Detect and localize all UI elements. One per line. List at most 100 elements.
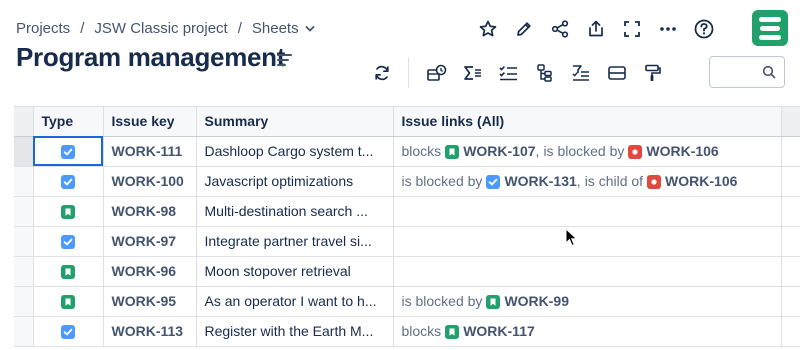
row-gutter[interactable] xyxy=(14,196,34,227)
header-row: Type Issue key Summary Issue links (All) xyxy=(14,107,800,137)
summary-cell[interactable]: Register with the Earth M... xyxy=(196,316,394,347)
breadcrumb-separator: / xyxy=(237,20,242,37)
bug-type-icon xyxy=(647,175,662,190)
title-menu-icon[interactable] xyxy=(276,52,294,68)
row-height-icon[interactable] xyxy=(599,59,635,87)
task-type-icon xyxy=(61,145,75,160)
paint-roller-icon[interactable] xyxy=(635,59,671,87)
linked-issue-key[interactable]: WORK-99 xyxy=(504,293,569,309)
chevron-down-icon[interactable] xyxy=(305,24,315,34)
extra-cell xyxy=(781,136,800,167)
linked-issue-key[interactable]: WORK-106 xyxy=(646,143,718,159)
issues-grid: Type Issue key Summary Issue links (All)… xyxy=(14,106,800,350)
bug-type-icon xyxy=(628,145,643,160)
task-type-icon xyxy=(61,175,75,190)
breadcrumb-project[interactable]: JSW Classic project xyxy=(94,20,227,37)
type-cell[interactable] xyxy=(33,136,104,167)
row-gutter[interactable] xyxy=(14,166,34,197)
story-type-icon xyxy=(445,145,460,160)
issue-key-cell[interactable]: WORK-96 xyxy=(103,256,197,287)
issue-links-cell[interactable]: is blocked by WORK-99 xyxy=(393,286,782,317)
pencil-icon[interactable] xyxy=(506,14,542,44)
issue-links-cell[interactable] xyxy=(393,226,782,257)
issue-links-cell[interactable]: blocks WORK-117 xyxy=(393,316,782,347)
issues-table: Type Issue key Summary Issue links (All)… xyxy=(14,107,800,347)
filter-list-icon[interactable] xyxy=(563,59,599,87)
summary-cell[interactable]: Moon stopover retrieval xyxy=(196,256,394,287)
summary-cell[interactable]: As an operator I want to h... xyxy=(196,286,394,317)
help-icon[interactable] xyxy=(686,14,722,44)
type-cell[interactable] xyxy=(33,226,104,257)
issue-key-cell[interactable]: WORK-98 xyxy=(103,196,197,227)
link-relation: is blocked by xyxy=(543,142,625,159)
issue-links-cell[interactable]: is blocked by WORK-131, is child of WORK-10… xyxy=(393,166,782,197)
checklist-icon[interactable] xyxy=(491,59,527,87)
row-gutter[interactable] xyxy=(14,226,34,257)
type-cell[interactable] xyxy=(33,286,104,317)
linked-issue-key[interactable]: WORK-107 xyxy=(463,143,535,159)
link-relation: is blocked by xyxy=(401,292,483,309)
sum-icon[interactable] xyxy=(455,59,491,87)
page-title: Program management xyxy=(16,42,286,72)
row-gutter[interactable] xyxy=(14,136,34,167)
type-cell[interactable] xyxy=(33,196,104,227)
table-row[interactable]: WORK-111 Dashloop Cargo system t... blocks… xyxy=(14,136,800,167)
issue-links-cell[interactable]: blocks WORK-107, is blocked by WORK-106 xyxy=(393,136,782,167)
column-header-type[interactable]: Type xyxy=(33,107,104,137)
linked-issue-key[interactable]: WORK-106 xyxy=(665,173,737,189)
row-gutter[interactable] xyxy=(14,316,34,347)
type-cell[interactable] xyxy=(33,166,104,197)
star-icon[interactable] xyxy=(470,14,506,44)
breadcrumb: Projects / JSW Classic project / Sheets xyxy=(16,20,315,37)
table-row[interactable]: WORK-96 Moon stopover retrieval xyxy=(14,256,800,287)
row-gutter[interactable] xyxy=(14,256,34,287)
issue-links-cell[interactable] xyxy=(393,256,782,287)
link-relation: is child of xyxy=(584,172,644,189)
type-cell[interactable] xyxy=(33,256,104,287)
linked-issue-key[interactable]: WORK-117 xyxy=(463,323,535,339)
task-type-icon xyxy=(61,235,75,250)
issue-key-cell[interactable]: WORK-100 xyxy=(103,166,197,197)
issue-key-cell[interactable]: WORK-111 xyxy=(103,136,197,167)
hierarchy-icon[interactable] xyxy=(527,59,563,87)
linked-issue-key[interactable]: WORK-131 xyxy=(504,173,576,189)
summary-cell[interactable]: Dashloop Cargo system t... xyxy=(196,136,394,167)
column-header-issue-key[interactable]: Issue key xyxy=(103,107,197,137)
table-row[interactable]: WORK-95 As an operator I want to h... is b… xyxy=(14,286,800,317)
sync-icon[interactable] xyxy=(364,59,400,87)
table-row[interactable]: WORK-113 Register with the Earth M... bloc… xyxy=(14,316,800,347)
link-separator: , xyxy=(576,172,581,189)
table-row[interactable]: WORK-98 Multi-destination search ... xyxy=(14,196,800,227)
link-relation: is blocked by xyxy=(401,172,483,189)
type-cell[interactable] xyxy=(33,316,104,347)
issue-key-cell[interactable]: WORK-113 xyxy=(103,316,197,347)
breadcrumb-projects[interactable]: Projects xyxy=(16,20,70,37)
export-icon[interactable] xyxy=(578,14,614,44)
issue-picker-icon[interactable] xyxy=(419,59,455,87)
summary-cell[interactable]: Multi-destination search ... xyxy=(196,196,394,227)
table-row[interactable]: WORK-100 Javascript optimizations is block… xyxy=(14,166,800,197)
row-gutter[interactable] xyxy=(14,286,34,317)
breadcrumb-sheets[interactable]: Sheets xyxy=(252,20,299,37)
toolbar-divider xyxy=(408,58,409,88)
task-type-icon xyxy=(486,175,501,190)
issue-key-cell[interactable]: WORK-95 xyxy=(103,286,197,317)
column-header-summary[interactable]: Summary xyxy=(196,107,394,137)
row-gutter-header xyxy=(14,107,34,137)
extra-cell xyxy=(781,316,800,347)
more-icon[interactable] xyxy=(650,14,686,44)
search-icon[interactable] xyxy=(762,65,776,79)
issue-links-cell[interactable] xyxy=(393,196,782,227)
link-relation: blocks xyxy=(401,142,442,159)
fullscreen-icon[interactable] xyxy=(614,14,650,44)
extra-cell xyxy=(781,166,800,197)
column-header-issue-links[interactable]: Issue links (All) xyxy=(393,107,782,137)
summary-cell[interactable]: Integrate partner travel si... xyxy=(196,226,394,257)
search-field[interactable] xyxy=(709,56,785,88)
search-input[interactable] xyxy=(716,57,766,85)
issue-key-cell[interactable]: WORK-97 xyxy=(103,226,197,257)
share-icon[interactable] xyxy=(542,14,578,44)
table-row[interactable]: WORK-97 Integrate partner travel si... xyxy=(14,226,800,257)
summary-cell[interactable]: Javascript optimizations xyxy=(196,166,394,197)
app-logo[interactable] xyxy=(752,10,788,46)
